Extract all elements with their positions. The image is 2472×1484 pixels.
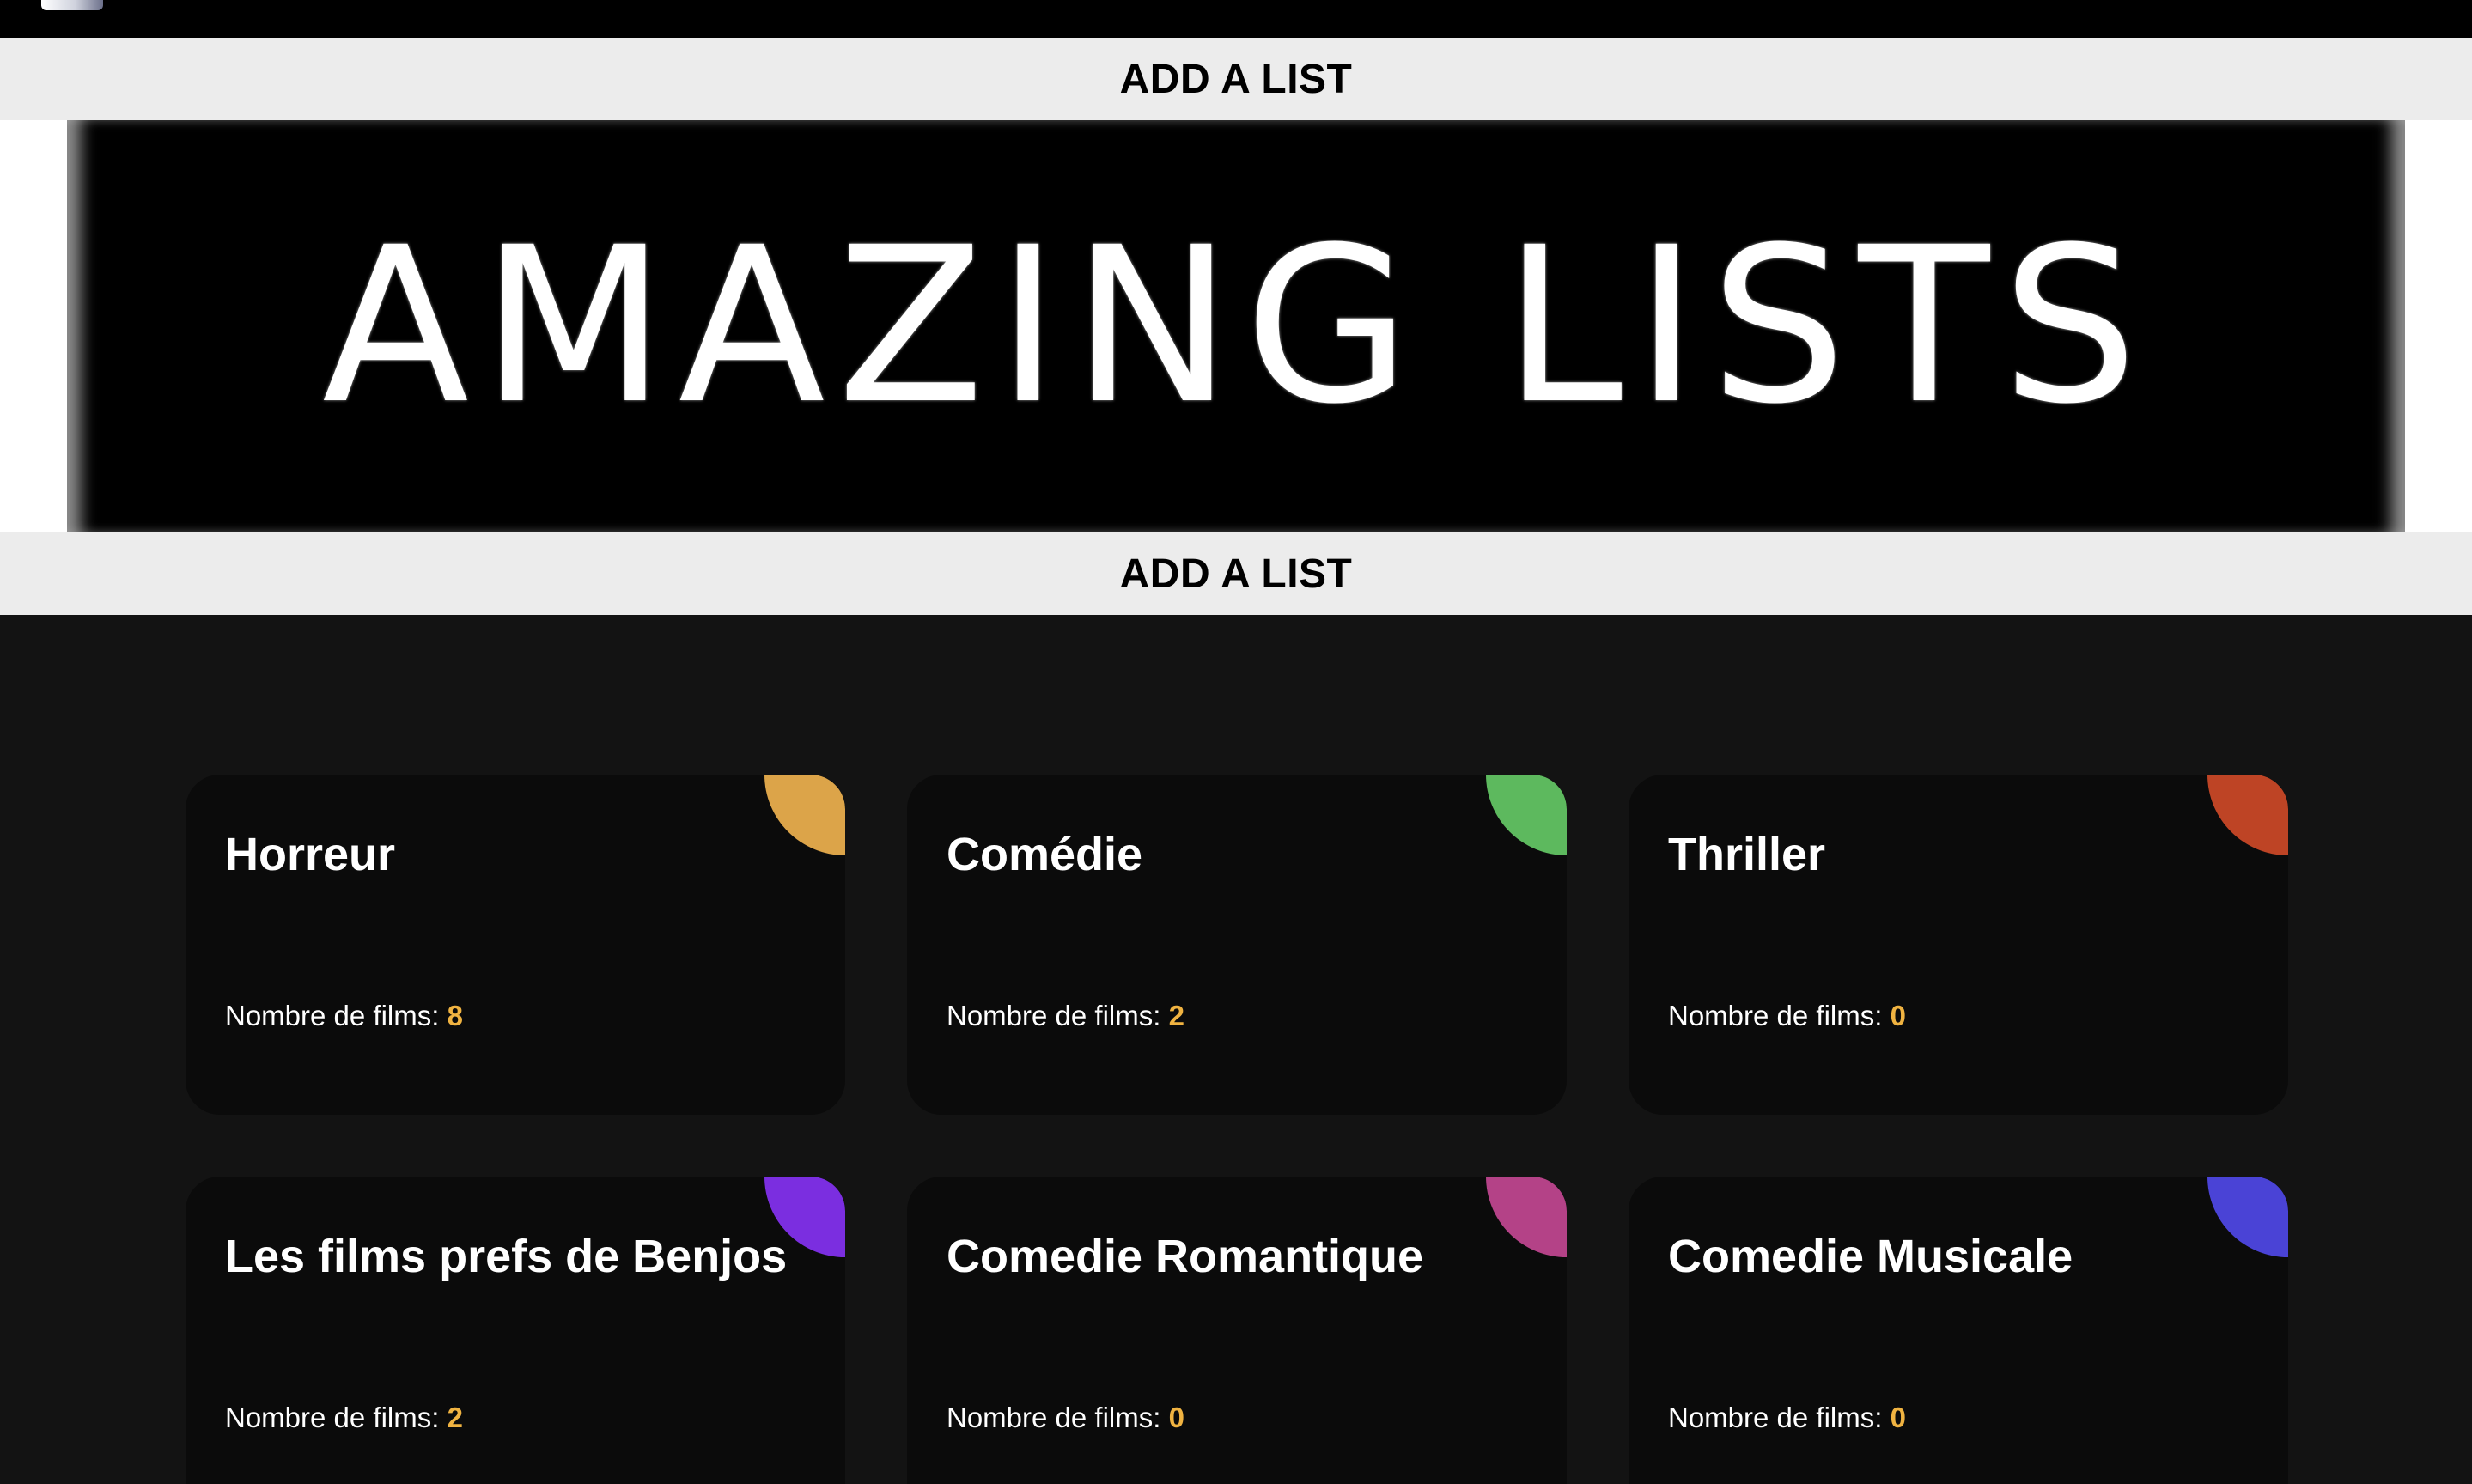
list-title: Horreur <box>225 829 396 880</box>
list-card[interactable]: Horreur Nombre de films: 8 <box>186 775 845 1115</box>
add-list-label: ADD A LIST <box>1119 550 1353 597</box>
list-color-tag <box>1486 1177 1567 1257</box>
list-card[interactable]: Thriller Nombre de films: 0 <box>1629 775 2288 1115</box>
list-count-value: 2 <box>447 1402 463 1433</box>
list-count-value: 8 <box>447 1000 463 1031</box>
list-title: Comedie Romantique <box>947 1231 1424 1282</box>
list-count-label: Nombre de films: <box>947 1402 1161 1433</box>
hero-title: AMAZING LISTS <box>321 201 2151 451</box>
list-title: Comédie <box>947 829 1143 880</box>
list-title: Comedie Musicale <box>1668 1231 2073 1282</box>
list-card[interactable]: Comédie Nombre de films: 2 <box>907 775 1567 1115</box>
list-count: Nombre de films: 0 <box>1668 1000 1906 1032</box>
list-count: Nombre de films: 8 <box>225 1000 463 1032</box>
list-title: Les films prefs de Benjos <box>225 1231 788 1282</box>
list-count-label: Nombre de films: <box>225 1402 440 1433</box>
list-count-value: 0 <box>1890 1402 1906 1433</box>
list-count-label: Nombre de films: <box>1668 1000 1883 1031</box>
list-count-value: 0 <box>1890 1000 1906 1031</box>
list-count-label: Nombre de films: <box>225 1000 440 1031</box>
list-count-value: 0 <box>1168 1402 1184 1433</box>
add-list-button-top[interactable]: ADD A LIST <box>0 38 2472 120</box>
list-count: Nombre de films: 2 <box>225 1402 463 1434</box>
top-navbar <box>0 0 2472 38</box>
hero-inner: AMAZING LISTS <box>67 120 2405 532</box>
list-count: Nombre de films: 0 <box>1668 1402 1906 1434</box>
list-color-tag <box>1486 775 1567 855</box>
list-card[interactable]: Les films prefs de Benjos Nombre de film… <box>186 1177 845 1484</box>
add-list-label: ADD A LIST <box>1119 56 1353 102</box>
hero-banner: AMAZING LISTS <box>0 120 2472 532</box>
list-count: Nombre de films: 0 <box>947 1402 1184 1434</box>
list-count-value: 2 <box>1168 1000 1184 1031</box>
list-count: Nombre de films: 2 <box>947 1000 1184 1032</box>
list-title: Thriller <box>1668 829 1826 880</box>
list-color-tag <box>2207 1177 2288 1257</box>
list-card[interactable]: Comedie Musicale Nombre de films: 0 <box>1629 1177 2288 1484</box>
page: ADD A LIST AMAZING LISTS ADD A LIST Horr… <box>0 0 2472 1484</box>
list-count-label: Nombre de films: <box>947 1000 1161 1031</box>
list-card[interactable]: Comedie Romantique Nombre de films: 0 <box>907 1177 1567 1484</box>
logo-icon[interactable] <box>41 0 103 10</box>
add-list-button-bottom[interactable]: ADD A LIST <box>0 532 2472 615</box>
list-count-label: Nombre de films: <box>1668 1402 1883 1433</box>
list-color-tag <box>764 775 845 855</box>
list-color-tag <box>2207 775 2288 855</box>
